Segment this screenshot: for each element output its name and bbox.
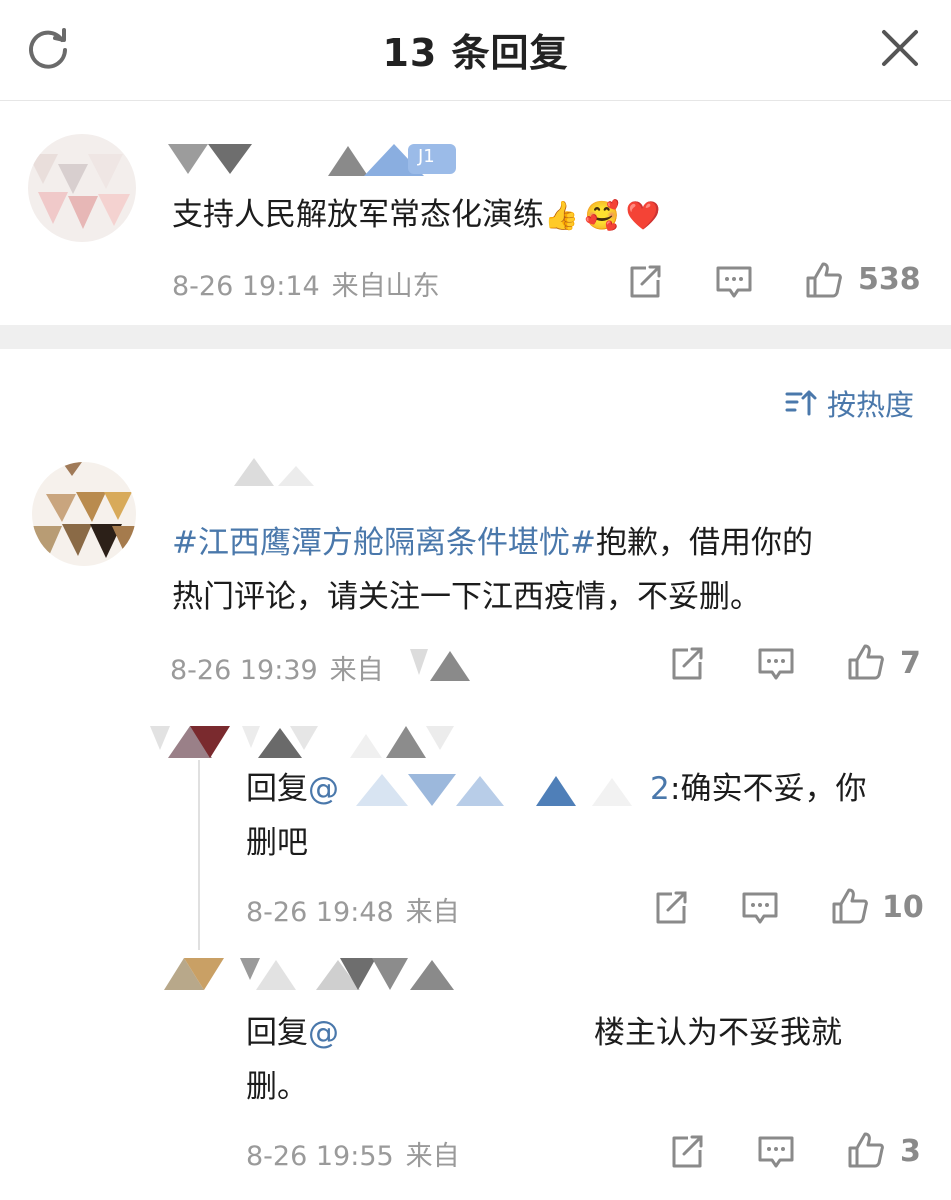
thumbs-up-icon [806,262,842,298]
hashtag-link[interactable]: #江西鹰潭方舱隔离条件堪忧# [172,525,596,561]
username-redacted[interactable] [164,952,484,996]
repost-button[interactable] [666,644,706,684]
comment-icon [742,892,778,924]
mention-redaction [356,774,632,806]
share-icon [672,1135,703,1168]
section-divider [0,325,951,349]
thumbs-up-emoji: 👍 [544,199,579,232]
close-icon [882,30,918,66]
sort-icon [785,390,817,416]
sort-label: 按热度 [827,388,915,422]
mention-tail[interactable]: 2 [650,762,670,816]
thumbs-up-icon [848,644,884,680]
timestamp: 8-26 19:48 [246,897,394,928]
location: 来自 [329,655,384,686]
like-button[interactable] [804,260,844,300]
location: 来自山东 [331,271,440,302]
reply-prefix: 回复 [246,1015,308,1051]
username-suffix: J1 [418,146,435,167]
reply-prefix: 回复 [246,771,308,807]
location-redaction [410,649,470,681]
reply-text: #江西鹰潭方舱隔离条件堪忧#抱歉，借用你的 热门评论，请关注一下江西疫情，不妥删… [172,525,813,615]
thumbs-up-icon [832,888,868,924]
comment-button[interactable] [714,262,754,302]
username-redacted[interactable]: J1 [168,140,458,180]
location: 来自 [405,1141,460,1172]
username-redacted[interactable] [230,452,340,492]
reply-body-line1: :确实不妥，你 [670,771,867,807]
close-button[interactable] [876,24,924,72]
like-count: 7 [900,646,921,681]
reply-meta: 8-26 19:55 来自 [246,1134,460,1173]
username-redacted[interactable] [150,720,480,764]
repost-button[interactable] [624,262,664,302]
comment-icon [758,1136,794,1168]
like-count: 3 [900,1134,921,1169]
avatar-image [28,154,130,229]
reply-body-line2: 删。 [246,1069,308,1105]
share-icon [672,647,703,680]
comment-button[interactable] [756,1132,796,1172]
share-icon [630,265,661,298]
reply-meta: 8-26 19:39 来自 [170,648,384,687]
like-count: 10 [882,890,924,925]
timestamp: 8-26 19:39 [170,655,318,686]
mention-link[interactable]: @ [308,1015,339,1051]
thread-connector [198,760,200,950]
avatar[interactable] [32,462,136,566]
reply-text: 回复@ 楼主认为不妥我就 删。 [246,1006,936,1114]
avatar[interactable] [28,134,136,242]
reply-body-line1: 楼主认为不妥我就 [594,1015,842,1051]
comment-button[interactable] [740,888,780,928]
heart-emoji: ❤️ [625,199,661,232]
repost-button[interactable] [666,1132,706,1172]
like-count: 538 [858,262,921,297]
timestamp: 8-26 19:14 [172,271,320,302]
like-button[interactable] [846,1130,886,1170]
repost-button[interactable] [650,888,690,928]
reply-meta: 8-26 19:48 来自 [246,890,460,929]
header-bar: 13 条回复 [0,0,951,101]
thumbs-up-icon [848,1132,884,1168]
comment-icon [758,648,794,680]
location: 来自 [405,897,460,928]
page-title: 13 条回复 [382,31,569,75]
mention-link[interactable]: @ [308,771,339,807]
reply-text: 回复@ 2 :确实不妥，你 删吧 [246,762,936,870]
comment-text: 支持人民解放军常态化演练👍 🥰 ❤️ [172,197,661,233]
timestamp: 8-26 19:55 [246,1141,394,1172]
comment-button[interactable] [756,644,796,684]
share-icon [656,891,687,924]
comment-meta: 8-26 19:14 来自山东 [172,264,440,303]
reply-body-line2: 删吧 [246,825,308,861]
comment-icon [716,266,752,298]
like-button[interactable] [846,642,886,682]
like-button[interactable] [830,886,870,926]
hugging-emoji: 🥰 [584,199,620,232]
